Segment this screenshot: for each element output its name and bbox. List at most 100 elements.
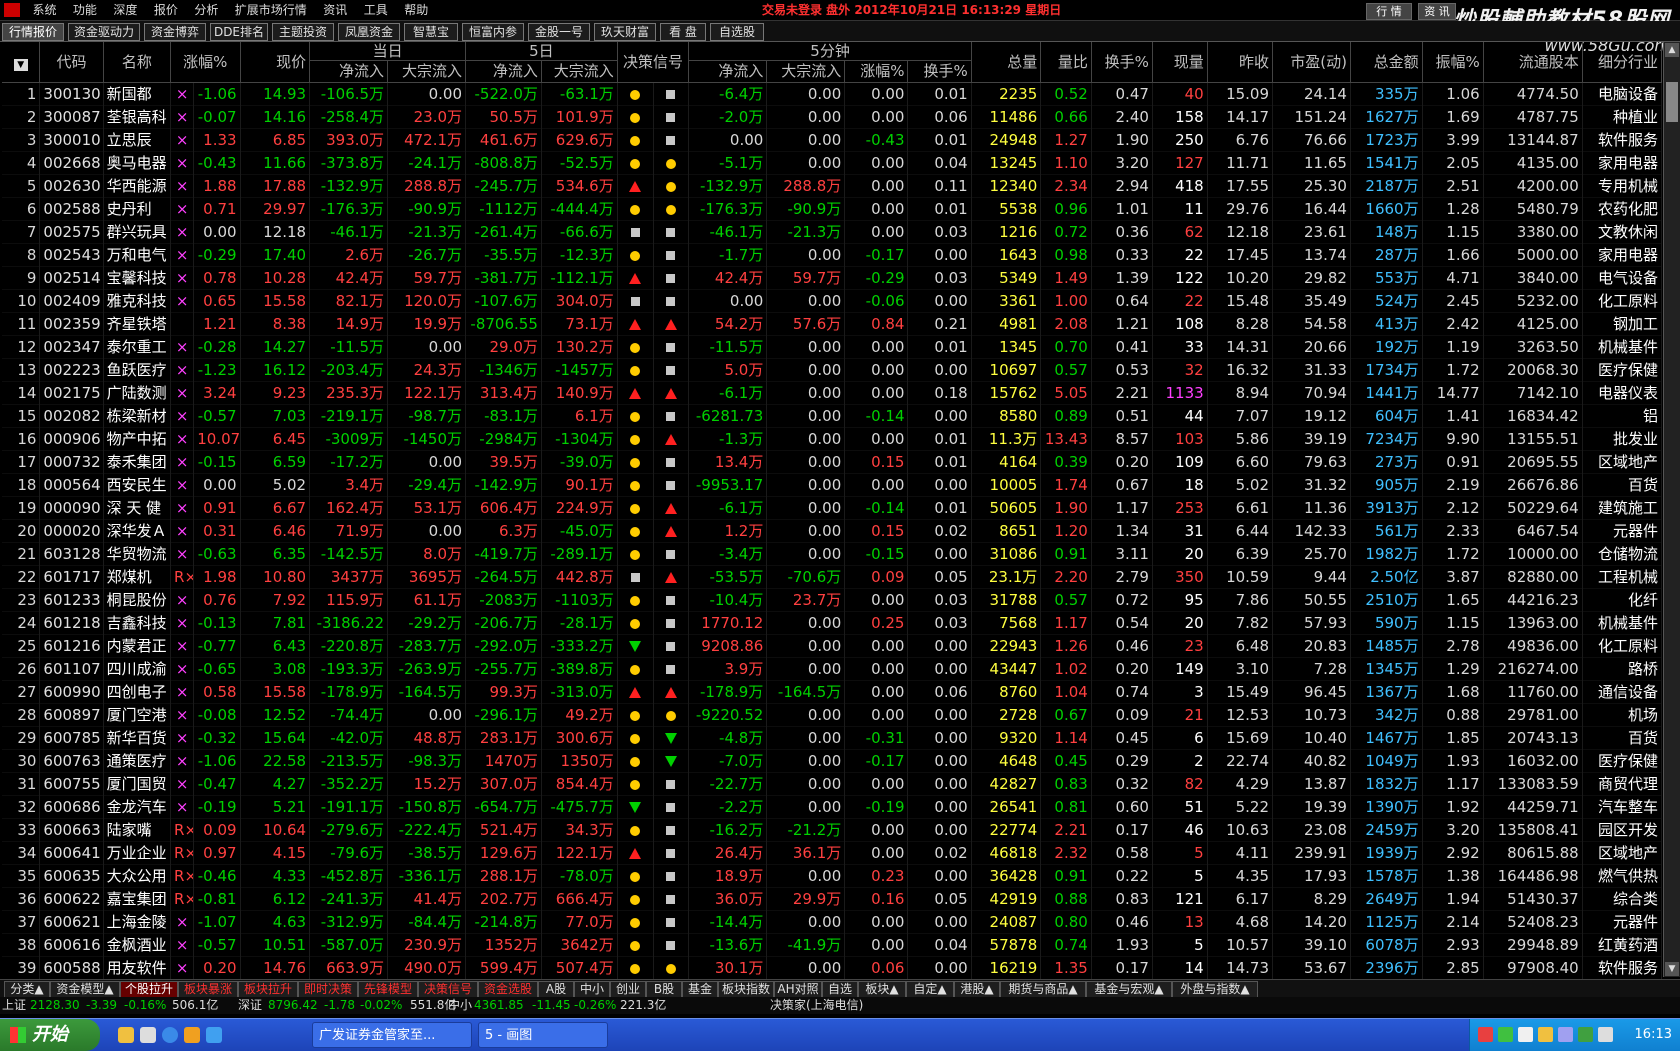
col-price[interactable]: 现价 — [240, 42, 311, 83]
col-block-in-5d[interactable]: 大宗流入 — [541, 60, 618, 83]
menu-item-depth[interactable]: 深度 — [107, 0, 143, 20]
tray-icon-4[interactable] — [1538, 1027, 1553, 1042]
tray-icon-5[interactable] — [1558, 1027, 1573, 1042]
quote-mode-button[interactable]: 行 情 — [1366, 3, 1412, 20]
category-tab-12[interactable]: B股 — [646, 981, 682, 998]
col-block-in-day[interactable]: 大宗流入 — [387, 60, 467, 83]
table-row[interactable]: 37 600621 上海金陵 × -1.07 4.63 -312.9万 -84.4万 -214.… — [2, 910, 1663, 934]
table-row[interactable]: 20 000020 深华发Ａ × 0.31 6.46 71.9万 0.00 6.3万 -45.0万… — [2, 519, 1663, 543]
table-row[interactable]: 24 601218 吉鑫科技 × -0.13 7.81 -3186.22 -29.2万 -206… — [2, 611, 1663, 635]
table-row[interactable]: 19 000090 深 天 健 × 0.91 6.67 162.4万 53.1万 606.4万 2… — [2, 496, 1663, 520]
col-block-in-5m[interactable]: 大宗流入 — [766, 60, 846, 83]
category-tab-21[interactable]: 基金与宏观▲ — [1086, 981, 1172, 998]
table-row[interactable]: 18 000564 西安民生 × 0.00 5.02 3.4万 -29.4万 -142.9万 90… — [2, 473, 1663, 497]
table-row[interactable]: 31 600755 厦门国贸 × -0.47 4.27 -352.2万 15.2万 307.0万… — [2, 772, 1663, 796]
table-row[interactable]: 5 002630 华西能源 × 1.88 17.88 -132.9万 288.8万 -245.7… — [2, 174, 1663, 198]
table-row[interactable]: 30 600763 通策医疗 × -1.06 22.58 -213.5万 -98.3万 1470… — [2, 749, 1663, 773]
tab-phoenix-fund[interactable]: 凤凰资金 — [338, 23, 400, 41]
col-code[interactable]: 代码 — [39, 42, 104, 83]
tab-fund-drive[interactable]: 资金驱动力 — [68, 23, 140, 41]
desktop-icon[interactable] — [140, 1027, 156, 1043]
tray-icon-2[interactable] — [1498, 1027, 1513, 1042]
table-row[interactable]: 10 002409 雅克科技 × 0.65 15.58 82.1万 120.0万 -107.6万… — [2, 289, 1663, 313]
tab-theme-invest[interactable]: 主题投资 — [272, 23, 334, 41]
table-row[interactable]: 1 300130 新国都 × -1.06 14.93 -106.5万 0.00 -522.0万 -… — [2, 82, 1663, 106]
col-total-amount[interactable]: 总金额 — [1350, 42, 1423, 83]
col-vol-ratio[interactable]: 量比 — [1040, 42, 1092, 83]
col-pct[interactable]: 涨幅% — [170, 42, 241, 83]
scroll-up-arrow[interactable]: ▲ — [1665, 43, 1679, 57]
scroll-thumb[interactable] — [1666, 82, 1678, 122]
table-row[interactable]: 34600641万业企业R×0.974.15-79.6万-38.5万129.6万… — [2, 841, 1663, 865]
table-row[interactable]: 33600663陆家嘴R×0.0910.64-279.6万-222.4万521.… — [2, 818, 1663, 842]
col-net-in-5d[interactable]: 净流入 — [465, 60, 542, 83]
category-tab-10[interactable]: 中小 — [574, 981, 610, 998]
table-row[interactable]: 13 002223 鱼跃医疗 × -1.23 16.12 -203.4万 24.3万 -1346… — [2, 358, 1663, 382]
category-tab-4[interactable]: 板块拉升 — [238, 981, 298, 998]
table-row[interactable]: 11 002359 齐星铁塔 1.21 8.38 14.9万 19.9万 -8706.55 73… — [2, 312, 1663, 336]
table-row[interactable]: 38 600616 金枫酒业 × -0.57 10.51 -587.0万 230.9万 1352… — [2, 933, 1663, 957]
taskbar-item-broker[interactable]: 广发证券金管家至... — [312, 1022, 472, 1048]
table-row[interactable]: 27 600990 四创电子 × 0.58 15.58 -178.9万 -164.5万 99.3… — [2, 680, 1663, 704]
table-row[interactable]: 16 000906 物产中拓 × 10.07 6.45 -3009万 -1450万 -2984万… — [2, 427, 1663, 451]
category-tab-6[interactable]: 先锋模型 — [358, 981, 418, 998]
category-tab-14[interactable]: 板块指数 — [718, 981, 774, 998]
menu-item-help[interactable]: 帮助 — [398, 0, 434, 20]
menu-item-function[interactable]: 功能 — [67, 0, 103, 20]
col-industry[interactable]: 细分行业 — [1582, 42, 1663, 83]
col-net-in-5m[interactable]: 净流入 — [688, 60, 768, 83]
category-tab-9[interactable]: A股 — [538, 981, 574, 998]
qq-icon[interactable] — [118, 1027, 134, 1043]
tray-icon-6[interactable] — [1578, 1027, 1593, 1042]
category-tab-13[interactable]: 基金 — [682, 981, 718, 998]
category-tab-1[interactable]: 资金模型▲ — [50, 981, 120, 998]
tab-zhihuibao[interactable]: 智慧宝 — [404, 23, 458, 41]
table-row[interactable]: 3 300010 立思辰 × 1.33 6.85 393.0万 472.1万 461.6万 629… — [2, 128, 1663, 152]
table-row[interactable]: 9 002514 宝馨科技 × 0.78 10.28 42.4万 59.7万 -381.7万 -1… — [2, 266, 1663, 290]
table-row[interactable]: 12 002347 泰尔重工 × -0.28 14.27 -11.5万 0.00 29.0万 13… — [2, 335, 1663, 359]
tray-icon-1[interactable] — [1478, 1027, 1493, 1042]
table-row[interactable]: 21 603128 华贸物流 × -0.63 6.35 -142.5万 8.0万 -419.7万… — [2, 542, 1663, 566]
col-pe[interactable]: 市盈(动) — [1272, 42, 1351, 83]
table-row[interactable]: 39 600588 用友软件 × 0.20 14.76 663.9万 490.0万 599.4万… — [2, 956, 1663, 980]
table-row[interactable]: 25 601216 内蒙君正 × -0.77 6.43 -220.8万 -283.7万 -292… — [2, 634, 1663, 658]
category-tab-7[interactable]: 决策信号 — [418, 981, 478, 998]
menu-item-quote[interactable]: 报价 — [148, 0, 184, 20]
menu-item-ext-market[interactable]: 扩展市场行情 — [229, 0, 313, 20]
tray-icon-3[interactable] — [1518, 1027, 1533, 1042]
start-button[interactable]: 开始 — [0, 1019, 100, 1051]
category-tab-0[interactable]: 分类▲ — [4, 981, 50, 998]
tab-favorites[interactable]: 自选股 — [710, 23, 764, 41]
table-row[interactable]: 32 600686 金龙汽车 × -0.19 5.21 -191.1万 -150.8万 -654… — [2, 795, 1663, 819]
category-tab-20[interactable]: 期货与商品▲ — [1000, 981, 1086, 998]
category-tab-3[interactable]: 板块暴涨 — [178, 981, 238, 998]
col-cur-vol[interactable]: 现量 — [1152, 42, 1208, 83]
table-row[interactable]: 23 601233 桐昆股份 × 0.76 7.92 115.9万 61.1万 -2083万 -1… — [2, 588, 1663, 612]
menu-item-tools[interactable]: 工具 — [358, 0, 394, 20]
table-row[interactable]: 17 000732 泰禾集团 × -0.15 6.59 -17.2万 0.00 39.5万 -39… — [2, 450, 1663, 474]
menu-item-news[interactable]: 资讯 — [317, 0, 353, 20]
table-row[interactable]: 14 002175 广陆数测 × 3.24 9.23 235.3万 122.1万 313.4万 1… — [2, 381, 1663, 405]
tab-dde-rank[interactable]: DDE排名 — [210, 23, 268, 41]
col-net-in-day[interactable]: 净流入 — [309, 60, 389, 83]
col-name[interactable]: 名称 — [103, 42, 172, 83]
table-row[interactable]: 22601717郑煤机R×1.9810.803437万3695万-264.5万4… — [2, 565, 1663, 589]
browser-shortcut-icon[interactable] — [206, 1027, 222, 1043]
tab-jiutian[interactable]: 玖天财富 — [594, 23, 656, 41]
category-tab-2[interactable]: 个股拉升 — [120, 981, 178, 998]
tab-fund-game[interactable]: 资金博弈 — [144, 23, 206, 41]
table-row[interactable]: 28 600897 厦门空港 × -0.08 12.52 -74.4万 0.00 -296.1万… — [2, 703, 1663, 727]
table-row[interactable]: 35600635大众公用R×-0.464.33-452.8万-336.1万288… — [2, 864, 1663, 888]
col-volume[interactable]: 总量 — [971, 42, 1042, 83]
tab-quotes[interactable]: 行情报价 — [2, 23, 64, 41]
menu-item-analysis[interactable]: 分析 — [188, 0, 224, 20]
table-row[interactable]: 6 002588 史丹利 × 0.71 29.97 -176.3万 -90.9万 -1112万 -… — [2, 197, 1663, 221]
category-tab-19[interactable]: 港股▲ — [954, 981, 1000, 998]
col-signal[interactable]: 决策信号 — [617, 42, 690, 83]
volume-icon[interactable] — [1598, 1027, 1613, 1042]
col-amplitude[interactable]: 振幅% — [1422, 42, 1484, 83]
table-row[interactable]: 2 300087 荃银高科 × -0.07 14.16 -258.4万 23.0万 50.5万 1… — [2, 105, 1663, 129]
category-tab-11[interactable]: 创业 — [610, 981, 646, 998]
menu-item-system[interactable]: 系统 — [26, 0, 62, 20]
scroll-down-arrow[interactable]: ▼ — [1665, 962, 1679, 976]
